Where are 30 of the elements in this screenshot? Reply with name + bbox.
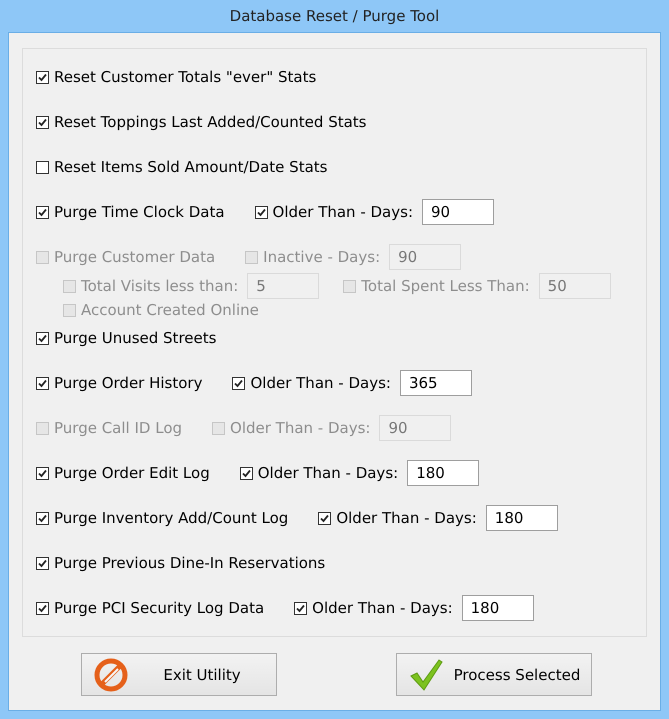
checkbox-label: Older Than - Days: xyxy=(250,374,391,392)
checkbox-label: Purge Order Edit Log xyxy=(54,464,210,482)
checkbox-label: Reset Customer Totals "ever" Stats xyxy=(54,68,316,86)
process-button[interactable]: Process Selected xyxy=(396,653,592,696)
checkbox-label: Older Than - Days: xyxy=(230,419,370,437)
input-field[interactable]: 180 xyxy=(462,595,534,621)
checkbox-label: Older Than - Days: xyxy=(272,203,413,221)
checkbox-label: Total Visits less than: xyxy=(81,277,238,295)
checkbox-label: Purge Time Clock Data xyxy=(54,203,225,221)
checkbox-label: Purge Order History xyxy=(54,374,202,392)
checkbox-label: Older Than - Days: xyxy=(336,509,477,527)
checkbox-label: Purge Unused Streets xyxy=(54,329,216,347)
input-field[interactable]: 180 xyxy=(486,505,558,531)
exit-button[interactable]: Exit Utility xyxy=(81,653,277,696)
checkbox-label: Account Created Online xyxy=(81,301,259,319)
input-field[interactable]: 90 xyxy=(422,199,494,225)
checkbox-label: Older Than - Days: xyxy=(312,599,453,617)
checkbox-label: Reset Items Sold Amount/Date Stats xyxy=(54,158,328,176)
checkbox-label: Inactive - Days: xyxy=(263,248,380,266)
checkbox-label: Total Spent Less Than: xyxy=(361,277,530,295)
window-title: Database Reset / Purge Tool xyxy=(228,6,440,27)
input-field[interactable]: 180 xyxy=(407,460,480,486)
input-field[interactable]: 365 xyxy=(400,370,472,396)
checkbox-label: Purge Call ID Log xyxy=(54,419,182,437)
checkbox-label: Reset Toppings Last Added/Counted Stats xyxy=(54,113,366,131)
checkbox-label: Older Than - Days: xyxy=(258,464,398,482)
checkbox-label: Purge PCI Security Log Data xyxy=(54,599,264,617)
checkbox-label: Purge Inventory Add/Count Log xyxy=(54,509,288,527)
checkbox-label: Purge Customer Data xyxy=(54,248,216,266)
checkbox-label: Purge Previous Dine-In Reservations xyxy=(54,554,326,572)
